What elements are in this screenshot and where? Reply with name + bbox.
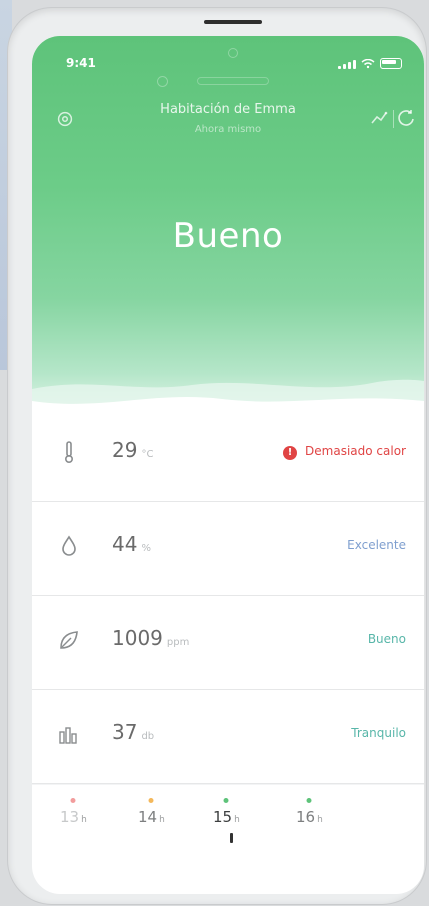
metric-row-humidity[interactable]: 44% Excelente bbox=[32, 502, 424, 596]
room-subtitle: Ahora mismo bbox=[194, 124, 262, 135]
page: 9:41 Habitación de Emma Ahora mismo Buen… bbox=[0, 0, 429, 906]
thermometer-icon bbox=[65, 441, 74, 464]
timeline-hour-13[interactable]: 13 h bbox=[60, 798, 87, 826]
speaker-slot bbox=[197, 77, 269, 85]
status-bar: 9:41 bbox=[32, 56, 424, 74]
graph-icon[interactable] bbox=[370, 109, 388, 127]
signal-icon bbox=[338, 59, 356, 69]
refresh-icon[interactable] bbox=[396, 108, 416, 128]
noise-value: 37 db bbox=[112, 720, 155, 744]
hour-timeline: 13 h 14 h 15 h 16 h bbox=[32, 786, 424, 856]
sensor-icon bbox=[157, 76, 168, 87]
app-screen: 9:41 Habitación de Emma Ahora mismo Buen… bbox=[32, 36, 424, 894]
app-header: Habitación de Emma Ahora mismo bbox=[32, 98, 424, 142]
temperature-status: ! Demasiado calor bbox=[283, 444, 406, 460]
air-quality-status: Bueno bbox=[172, 216, 284, 256]
leaf-icon bbox=[60, 631, 78, 649]
phone-speaker bbox=[204, 20, 262, 24]
humidity-status: Excelente bbox=[347, 538, 406, 552]
phone-frame: 9:41 Habitación de Emma Ahora mismo Buen… bbox=[8, 8, 426, 904]
battery-icon bbox=[380, 58, 402, 69]
metric-row-noise[interactable]: 37 db Tranquilo bbox=[32, 690, 424, 784]
city-icon bbox=[59, 727, 77, 744]
noise-status: Tranquilo bbox=[351, 726, 406, 740]
droplet-icon bbox=[62, 535, 76, 556]
timeline-hour-14[interactable]: 14 h bbox=[138, 798, 165, 826]
wifi-icon bbox=[361, 58, 375, 68]
co2-status: Bueno bbox=[367, 632, 406, 646]
warning-icon: ! bbox=[283, 446, 298, 460]
temperature-value: 29 °C bbox=[112, 438, 154, 462]
metrics-list: 29 °C ! Demasiado calor 44% Excelente 10… bbox=[32, 408, 424, 784]
humidity-value: 44% bbox=[112, 532, 151, 556]
header-separator bbox=[393, 110, 394, 128]
metric-row-co2[interactable]: 1009 ppm Bueno bbox=[32, 596, 424, 690]
metric-row-temperature[interactable]: 29 °C ! Demasiado calor bbox=[32, 408, 424, 502]
co2-value: 1009 ppm bbox=[112, 626, 190, 650]
timeline-current-indicator bbox=[230, 833, 233, 843]
hero-panel: 9:41 Habitación de Emma Ahora mismo Buen… bbox=[32, 36, 424, 421]
status-time: 9:41 bbox=[66, 56, 96, 70]
status-icons bbox=[338, 58, 402, 69]
timeline-hour-16[interactable]: 16 h bbox=[296, 798, 323, 826]
timeline-hour-15[interactable]: 15 h bbox=[213, 798, 240, 826]
room-title: Habitación de Emma bbox=[160, 102, 296, 117]
